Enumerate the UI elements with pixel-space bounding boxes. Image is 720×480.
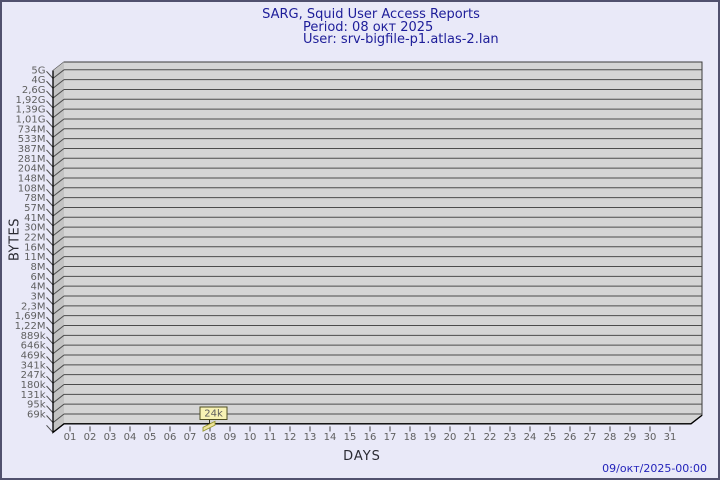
x-tick-label: 02 [84,432,97,443]
x-tick-label: 22 [484,432,497,443]
x-tick-label: 20 [444,432,457,443]
x-tick-label: 06 [164,432,177,443]
x-tick-label: 14 [324,432,337,443]
x-tick-label: 05 [144,432,157,443]
x-tick-label: 21 [464,432,477,443]
y-axis-title: BYTES [7,217,23,262]
x-tick-label: 30 [644,432,657,443]
x-tick-label: 27 [584,432,597,443]
x-tick-label: 19 [424,432,437,443]
x-tick-label: 15 [344,432,357,443]
x-tick-label: 07 [184,432,197,443]
x-tick-label: 24 [524,432,537,443]
x-tick-label: 08 [204,432,217,443]
x-tick-label: 23 [504,432,517,443]
bar-value-label: 24k [204,409,223,420]
x-tick-label: 31 [664,432,677,443]
x-tick-label: 26 [564,432,577,443]
x-tick-label: 17 [384,432,397,443]
x-tick-label: 29 [624,432,637,443]
report-timestamp: 09/окт/2025-00:00 [602,462,707,475]
x-tick-label: 11 [264,432,277,443]
y-tick-label: 69k [27,409,46,420]
x-tick-label: 01 [64,432,77,443]
x-tick-labels: 01 02 03 04 05 06 07 08 09 10 11 12 13 14 15 16 17 18 19 20… [64,426,677,443]
x-tick-label: 04 [124,432,137,443]
x-tick-label: 16 [364,432,377,443]
x-tick-label: 09 [224,432,237,443]
bar-day-08: 24k [199,406,228,432]
x-tick-label: 03 [104,432,117,443]
plot-left-wall [53,62,64,433]
report-frame: SARG, Squid User Access Reports Period: … [0,0,720,480]
x-tick-label: 13 [304,432,317,443]
x-tick-label: 25 [544,432,557,443]
x-tick-label: 18 [404,432,417,443]
x-tick-label: 12 [284,432,297,443]
bar-chart: 5G4G2,6G1,92G1,39G1,01G734M533M387M281M2… [15,61,703,443]
x-tick-label: 10 [244,432,257,443]
x-tick-label: 28 [604,432,617,443]
